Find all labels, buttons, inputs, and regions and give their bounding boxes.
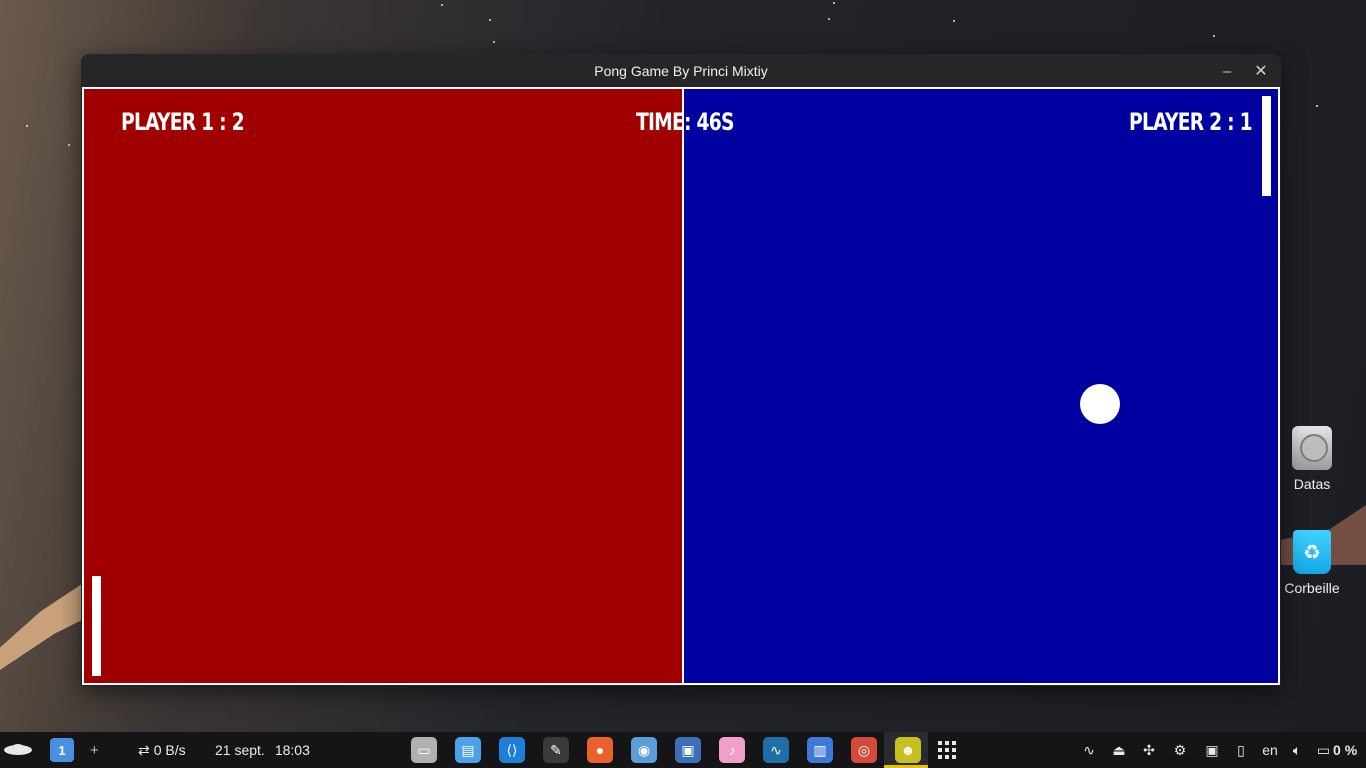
player2-court bbox=[684, 89, 1278, 683]
window-title: Pong Game By Princi Mixtiy bbox=[594, 62, 768, 79]
game-timer: TIME: 46S bbox=[636, 108, 734, 136]
pong-canvas[interactable]: PLAYER 1 : 2 TIME: 46S PLAYER 2 : 1 bbox=[82, 87, 1280, 685]
volume-icon[interactable]: 🔈︎ bbox=[1286, 732, 1308, 768]
package-icon[interactable]: ▥ bbox=[807, 737, 833, 763]
hard-disk-icon bbox=[1292, 426, 1332, 470]
add-workspace-button[interactable]: + bbox=[90, 732, 99, 768]
system-menu-icon[interactable] bbox=[2, 732, 34, 768]
star bbox=[1316, 105, 1318, 107]
network-arrows-icon: ⇄ bbox=[138, 741, 150, 758]
pygame-icon[interactable]: ☻ bbox=[895, 737, 921, 763]
workspace-switcher[interactable]: 1 bbox=[50, 732, 74, 768]
star bbox=[441, 4, 443, 6]
star bbox=[493, 41, 495, 43]
text-editor-icon[interactable]: ✎ bbox=[543, 737, 569, 763]
star bbox=[489, 19, 491, 21]
center-line bbox=[682, 89, 684, 683]
battery-indicator[interactable]: ▭ 0 % bbox=[1312, 732, 1362, 768]
desktop-icon-datas[interactable]: Datas bbox=[1272, 426, 1352, 492]
player1-court bbox=[84, 89, 682, 683]
wave-app-icon[interactable]: ∿ bbox=[763, 737, 789, 763]
star bbox=[1213, 35, 1215, 37]
clipboard-icon[interactable]: ▯ bbox=[1230, 732, 1252, 768]
keyboard-language[interactable]: en bbox=[1256, 732, 1284, 768]
battery-level: 0 % bbox=[1333, 742, 1358, 758]
star bbox=[26, 125, 28, 127]
network-speed: 0 B/s bbox=[153, 742, 186, 758]
chromium-icon[interactable]: ◉ bbox=[631, 737, 657, 763]
network-monitor: ⇄ 0 B/s bbox=[138, 732, 186, 768]
star bbox=[953, 20, 955, 22]
minimize-button[interactable]: – bbox=[1216, 60, 1238, 82]
file-manager-icon[interactable]: ▤ bbox=[455, 737, 481, 763]
clock-time: 18:03 bbox=[274, 742, 310, 758]
desktop-icon-label: Datas bbox=[1293, 476, 1331, 492]
taskbar: 1 + ⇄ 0 B/s 21 sept. 18:03 ▭ ▤ ⟨⟩ ✎ ● ◉ ▣ ♪ ∿ ▥ ◎ ☻… bbox=[0, 732, 1366, 768]
window-titlebar[interactable]: Pong Game By Princi Mixtiy – ✕ bbox=[81, 54, 1281, 87]
camera-icon[interactable]: ▣ bbox=[1200, 732, 1224, 768]
desktop-icon-label: Corbeille bbox=[1284, 580, 1340, 596]
system-monitor-icon[interactable]: ∿ bbox=[1078, 732, 1100, 768]
desktop-icon-corbeille[interactable]: ♻ Corbeille bbox=[1272, 530, 1352, 596]
terminal-icon[interactable]: ▭ bbox=[411, 737, 437, 763]
chrome-icon[interactable]: ◎ bbox=[851, 737, 877, 763]
apps-grid-icon[interactable] bbox=[935, 732, 959, 768]
workspace-badge[interactable]: 1 bbox=[50, 738, 74, 762]
eject-icon[interactable]: ⏏ bbox=[1108, 732, 1130, 768]
player2-score: PLAYER 2 : 1 bbox=[1129, 108, 1253, 136]
clock[interactable]: 21 sept. 18:03 bbox=[215, 732, 310, 768]
vscode-icon[interactable]: ⟨⟩ bbox=[499, 737, 525, 763]
screenshot-tool-icon[interactable]: ▣ bbox=[675, 737, 701, 763]
extensions-icon[interactable]: ✣ bbox=[1138, 732, 1160, 768]
player2-paddle bbox=[1262, 96, 1271, 196]
music-player-icon[interactable]: ♪ bbox=[719, 737, 745, 763]
player1-score: PLAYER 1 : 2 bbox=[121, 108, 245, 136]
clock-date: 21 sept. bbox=[215, 742, 265, 758]
ball bbox=[1080, 384, 1120, 424]
star bbox=[828, 18, 830, 20]
close-button[interactable]: ✕ bbox=[1250, 60, 1272, 82]
player1-paddle bbox=[92, 576, 101, 676]
star bbox=[68, 144, 70, 146]
network-settings-icon[interactable]: ⚙ bbox=[1168, 732, 1192, 768]
battery-icon: ▭ bbox=[1316, 741, 1331, 758]
firefox-icon[interactable]: ● bbox=[587, 737, 613, 763]
star bbox=[833, 2, 835, 4]
trash-icon: ♻ bbox=[1293, 530, 1331, 574]
game-window: Pong Game By Princi Mixtiy – ✕ PLAYER 1 … bbox=[81, 54, 1281, 686]
wallpaper-mountain bbox=[0, 584, 90, 670]
